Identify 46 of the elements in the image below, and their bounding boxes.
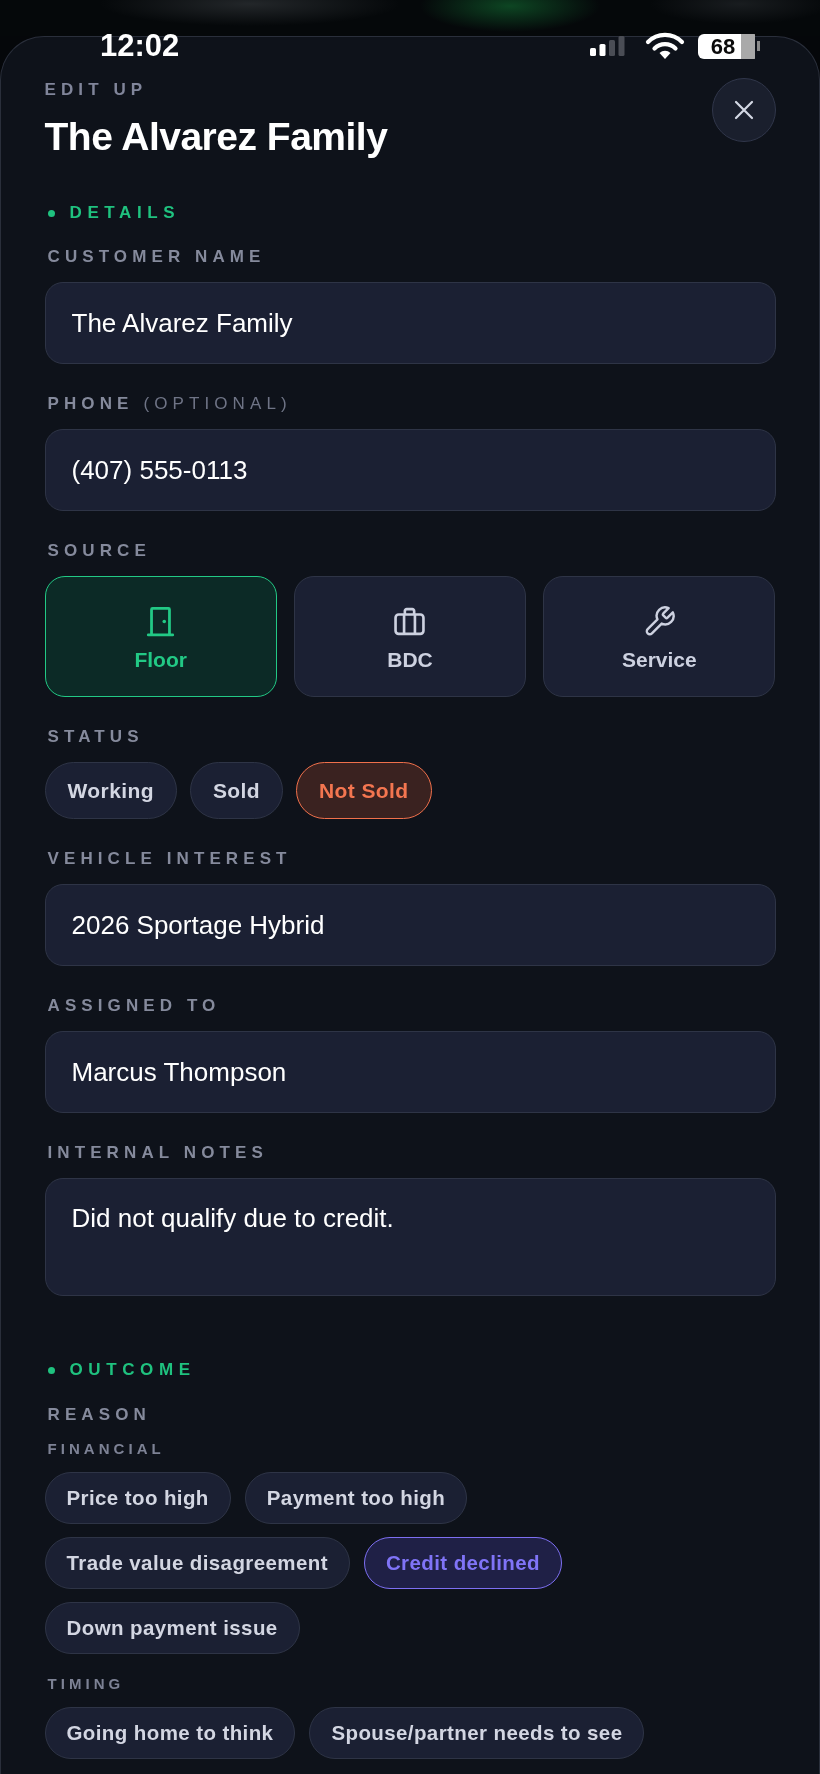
- battery-indicator: 68: [698, 33, 760, 59]
- source-label: Service: [621, 647, 697, 673]
- status-option[interactable]: Sold: [189, 762, 284, 819]
- field-label: CUSTOMER NAME: [47, 247, 266, 267]
- field-label: INTERNAL NOTES: [47, 1143, 268, 1163]
- source-label: Floor: [134, 647, 187, 673]
- field-label: VEHICLE INTEREST: [47, 849, 292, 869]
- optional-hint: (OPTIONAL): [143, 394, 292, 414]
- reason-chip[interactable]: Spouse/partner needs to see: [309, 1707, 645, 1759]
- field-label: ASSIGNED TO: [47, 996, 221, 1016]
- reason-chip[interactable]: Credit declined: [363, 1537, 562, 1589]
- reason-chip[interactable]: Trade value disagreement: [44, 1537, 350, 1589]
- close-icon: [733, 100, 754, 120]
- field-label: STATUS: [47, 727, 144, 747]
- text-field[interactable]: 2026 Sportage Hybrid: [44, 884, 776, 966]
- door-icon: [145, 606, 177, 637]
- reason-chip[interactable]: Price too high: [44, 1472, 231, 1524]
- field-label: SOURCE: [47, 541, 151, 561]
- signal-icon: [590, 36, 625, 56]
- wrench-icon: [643, 606, 675, 637]
- field-label: PHONE: [47, 394, 134, 414]
- field-label: REASON: [46, 1405, 152, 1425]
- reason-group-label: TIMING: [46, 1676, 126, 1692]
- notes-field[interactable]: Did not qualify due to credit.: [44, 1178, 776, 1296]
- briefcase-icon: [394, 606, 426, 637]
- status-option[interactable]: Not Sold: [296, 762, 432, 819]
- source-option[interactable]: BDC: [293, 576, 527, 697]
- text-field[interactable]: Marcus Thompson: [44, 1031, 776, 1113]
- sheet-eyebrow: EDIT UP: [44, 80, 149, 100]
- sheet-title: The Alvarez Family: [44, 114, 388, 160]
- source-option[interactable]: Floor: [44, 576, 277, 697]
- source-label: BDC: [387, 647, 433, 673]
- source-option[interactable]: Service: [543, 576, 776, 697]
- text-field[interactable]: The Alvarez Family: [44, 282, 776, 364]
- reason-group-label: FINANCIAL: [46, 1441, 166, 1457]
- status-option[interactable]: Working: [44, 762, 177, 819]
- reason-chip[interactable]: Payment too high: [244, 1472, 468, 1524]
- reason-chip[interactable]: Going home to think: [44, 1707, 296, 1759]
- section-heading: DETAILS: [69, 203, 181, 223]
- section-heading: OUTCOME: [69, 1360, 196, 1380]
- wifi-icon: [645, 32, 685, 60]
- text-field[interactable]: (407) 555-0113: [44, 429, 776, 511]
- reason-chip[interactable]: Down payment issue: [44, 1602, 300, 1654]
- status-time: 12:02: [100, 28, 180, 64]
- section-dot-icon: [47, 209, 55, 217]
- section-dot-icon: [47, 1366, 55, 1374]
